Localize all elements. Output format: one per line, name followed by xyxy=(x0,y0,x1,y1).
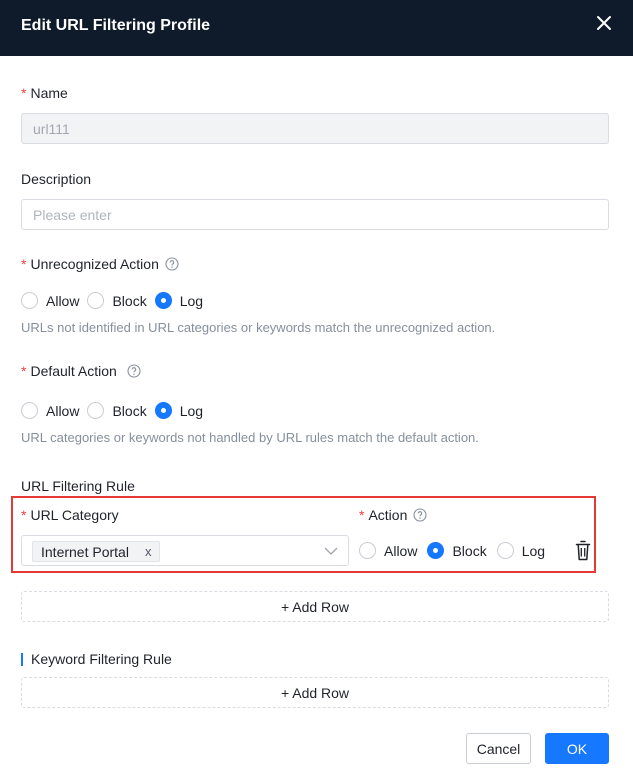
default-action-hint: URL categories or keywords not handled b… xyxy=(21,430,479,445)
help-icon[interactable] xyxy=(413,508,427,522)
rule-action-radio-group: Allow Block Log xyxy=(359,542,553,559)
close-icon[interactable] xyxy=(595,14,613,32)
radio-label: Block xyxy=(452,542,487,559)
radio-circle xyxy=(359,542,376,559)
name-label: * Name xyxy=(21,85,68,101)
required-mark: * xyxy=(21,256,27,272)
rule-action-label: * Action xyxy=(359,507,427,523)
radio-circle xyxy=(496,542,514,559)
url-category-select[interactable]: Internet Portal x xyxy=(21,535,349,566)
chevron-down-icon xyxy=(324,545,338,557)
category-tag: Internet Portal x xyxy=(32,541,161,562)
required-mark: * xyxy=(21,507,27,523)
required-mark: * xyxy=(359,507,365,523)
unrecognized-allow-radio[interactable]: Allow xyxy=(21,292,79,309)
default-action-label-text: Default Action xyxy=(30,363,117,379)
help-icon[interactable] xyxy=(165,257,179,271)
rule-action-label-text: Action xyxy=(368,507,408,523)
name-label-text: Name xyxy=(30,85,68,101)
unrecognized-action-label-text: Unrecognized Action xyxy=(30,256,159,272)
radio-circle xyxy=(21,402,38,419)
radio-label: Allow xyxy=(46,402,80,419)
url-category-label: * URL Category xyxy=(21,507,119,523)
name-input[interactable] xyxy=(21,113,609,144)
radio-circle-selected xyxy=(154,292,172,309)
help-icon[interactable] xyxy=(127,364,141,378)
unrecognized-action-hint: URLs not identified in URL categories or… xyxy=(21,320,496,335)
tag-remove-button[interactable]: x xyxy=(145,544,152,559)
radio-circle xyxy=(87,292,105,309)
category-tag-label: Internet Portal xyxy=(41,543,129,560)
radio-label: Log xyxy=(179,402,204,419)
trash-icon[interactable] xyxy=(575,540,591,561)
radio-label: Block xyxy=(112,402,147,419)
description-label: Description xyxy=(21,171,92,187)
radio-circle xyxy=(87,402,105,419)
unrecognized-log-radio[interactable]: Log xyxy=(154,292,204,309)
unrecognized-block-radio[interactable]: Block xyxy=(87,292,147,309)
radio-label: Log xyxy=(179,292,204,309)
radio-label: Allow xyxy=(384,542,418,559)
url-rule-add-row-button[interactable]: + Add Row xyxy=(21,591,609,622)
keyword-rule-add-row-button[interactable]: + Add Row xyxy=(21,677,609,708)
unrecognized-action-radio-group: Allow Block Log xyxy=(21,292,211,309)
description-input[interactable] xyxy=(21,199,609,230)
radio-circle-selected xyxy=(154,402,172,419)
radio-label: Log xyxy=(521,542,546,559)
default-block-radio[interactable]: Block xyxy=(87,402,147,419)
dialog-title: Edit URL Filtering Profile xyxy=(21,17,211,34)
rule-block-radio[interactable]: Block xyxy=(427,542,487,559)
required-mark: * xyxy=(21,363,27,379)
url-category-label-text: URL Category xyxy=(30,507,119,523)
radio-label: Allow xyxy=(46,292,80,309)
section-marker xyxy=(21,652,23,666)
default-log-radio[interactable]: Log xyxy=(154,402,204,419)
cancel-button[interactable]: Cancel xyxy=(466,733,531,764)
radio-circle-selected xyxy=(427,542,445,559)
default-allow-radio[interactable]: Allow xyxy=(21,402,79,419)
ok-button[interactable]: OK xyxy=(545,733,609,764)
keyword-filtering-rule-label: Keyword Filtering Rule xyxy=(21,651,172,667)
rule-log-radio[interactable]: Log xyxy=(496,542,546,559)
required-mark: * xyxy=(21,85,27,101)
rule-allow-radio[interactable]: Allow xyxy=(359,542,417,559)
url-filtering-rule-label: URL Filtering Rule xyxy=(21,478,135,494)
default-action-radio-group: Allow Block Log xyxy=(21,402,211,419)
keyword-filtering-rule-label-text: Keyword Filtering Rule xyxy=(31,651,172,667)
radio-label: Block xyxy=(112,292,147,309)
radio-circle xyxy=(21,292,38,309)
default-action-label: * Default Action xyxy=(21,363,141,379)
unrecognized-action-label: * Unrecognized Action xyxy=(21,256,179,272)
dialog-header: Edit URL Filtering Profile xyxy=(0,0,633,56)
